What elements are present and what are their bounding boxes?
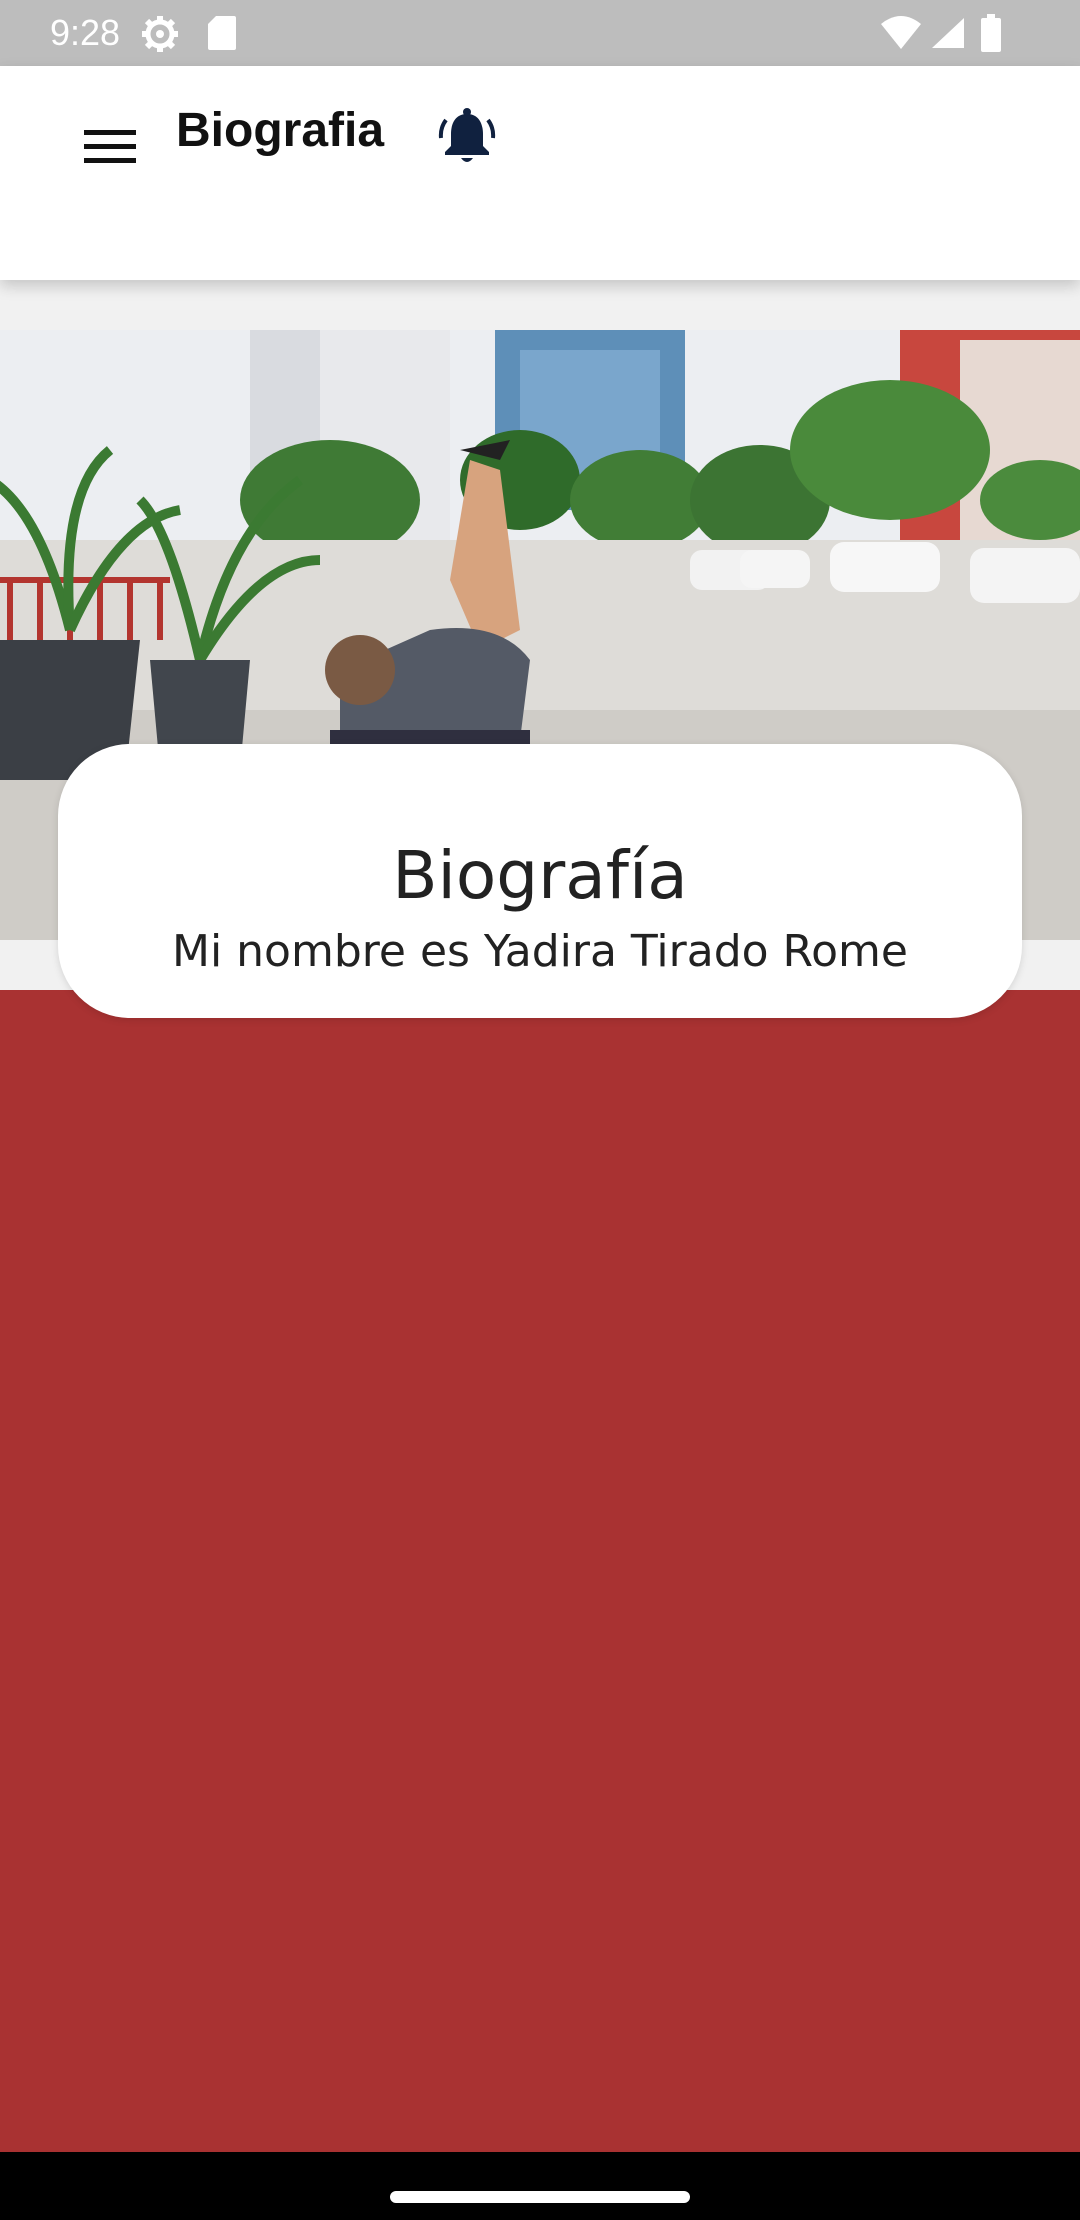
content-area: [0, 990, 1080, 2152]
status-time: 9:28: [50, 12, 121, 53]
gear-icon: [142, 16, 178, 52]
hamburger-menu-icon[interactable]: [70, 106, 150, 186]
navigation-bar: [0, 2152, 1080, 2220]
sd-card-icon: [208, 16, 236, 50]
signal-icon: [932, 18, 964, 48]
home-indicator[interactable]: [390, 2191, 690, 2203]
bio-text: Mi nombre es Yadira Tirado Rome: [172, 926, 908, 977]
notification-bell-icon[interactable]: [432, 102, 502, 172]
battery-icon: [981, 14, 1001, 52]
bio-title: Biografía: [392, 837, 688, 914]
wifi-icon: [881, 16, 921, 49]
bio-card[interactable]: Biografía Mi nombre es Yadira Tirado Rom…: [58, 744, 1022, 1018]
app-bar: Biografia: [0, 66, 1080, 280]
status-bar: 9:28: [0, 0, 1080, 66]
page-title: Biografia: [176, 104, 385, 157]
